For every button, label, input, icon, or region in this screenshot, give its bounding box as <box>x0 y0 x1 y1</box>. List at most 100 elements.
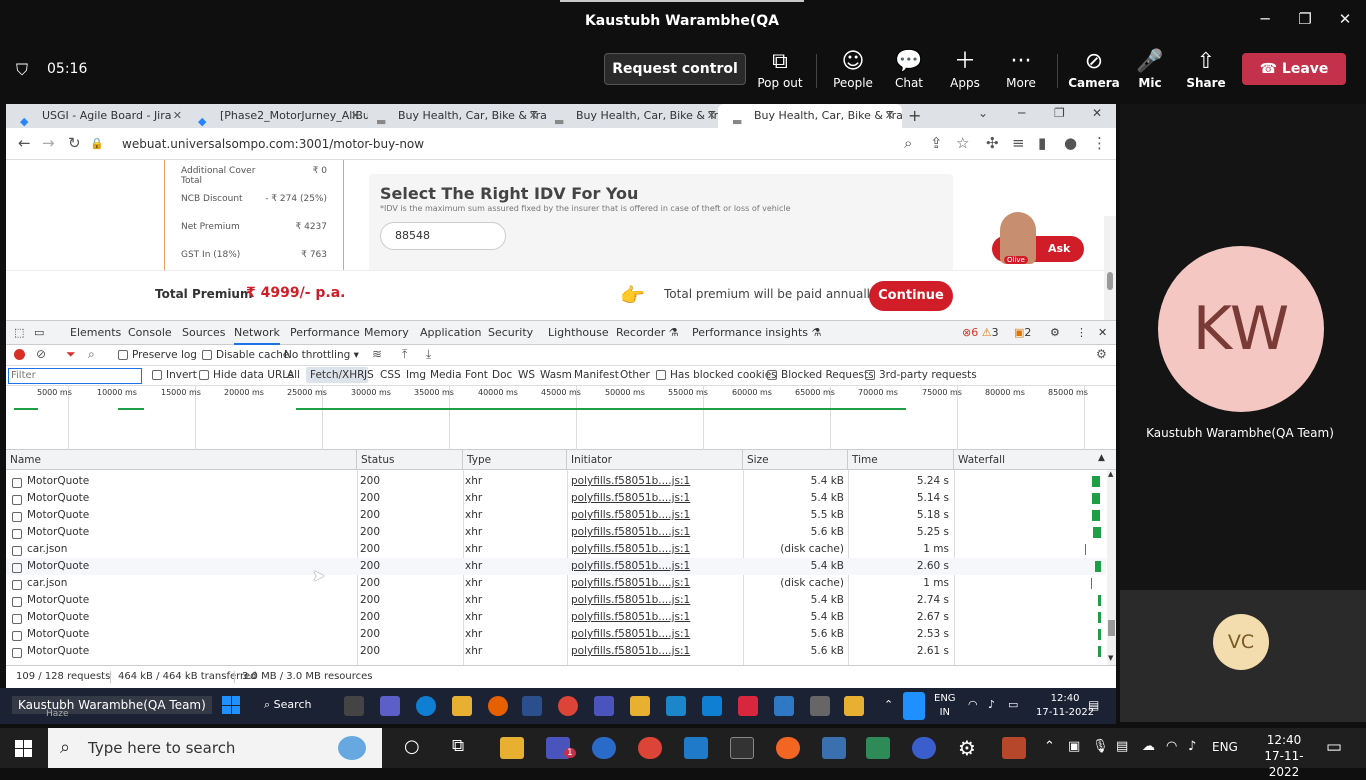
windows-start-icon[interactable] <box>222 696 240 714</box>
postman-icon[interactable] <box>776 737 800 759</box>
idv-input[interactable]: 88548 <box>380 222 506 250</box>
reload-icon[interactable]: ↻ <box>68 134 81 152</box>
zoom-icon[interactable]: ⌕ <box>904 134 912 152</box>
wifi-icon[interactable]: ◠ <box>968 698 978 711</box>
filter-fetch-xhr[interactable]: Fetch/XHR <box>306 367 369 383</box>
volume-icon[interactable]: ♪ <box>1188 739 1196 754</box>
teams-chat-icon[interactable] <box>380 696 400 716</box>
people-button[interactable]: ☺ People <box>825 48 881 90</box>
tab-lighthouse[interactable]: Lighthouse <box>548 321 609 345</box>
initiator-link[interactable]: polyfills.f58051b....js:1 <box>571 509 690 521</box>
table-row[interactable]: MotorQuote 200 xhr polyfills.f58051b....js:… <box>6 626 1106 643</box>
initiator-link[interactable]: polyfills.f58051b....js:1 <box>571 475 690 487</box>
filter-all[interactable]: All <box>287 369 300 381</box>
terminal-icon[interactable] <box>730 737 754 759</box>
extensions-icon[interactable]: ✣ <box>986 134 999 152</box>
cortana-icon[interactable]: ○ <box>404 736 420 757</box>
request-control-button[interactable]: Request control <box>604 53 746 85</box>
tab-memory[interactable]: Memory <box>364 321 409 345</box>
filter-wasm[interactable]: Wasm <box>540 369 572 381</box>
close-tab-icon[interactable]: ✕ <box>885 104 894 128</box>
continue-button[interactable]: Continue <box>869 281 953 311</box>
col-waterfall[interactable]: Waterfall <box>954 450 1106 470</box>
third-party-checkbox[interactable]: 3rd-party requests <box>865 369 977 381</box>
initiator-link[interactable]: polyfills.f58051b....js:1 <box>571 526 690 538</box>
tab-console[interactable]: Console <box>128 321 172 345</box>
tab-search-icon[interactable]: ⌄ <box>978 106 988 120</box>
browser-tab[interactable]: ◆ USGI - Agile Board - Jira ✕ <box>6 104 190 128</box>
mic-button[interactable]: 🎤 Mic <box>1122 48 1178 90</box>
tab-network[interactable]: Network <box>234 321 280 345</box>
table-row[interactable]: car.json 200 xhr polyfills.f58051b....js:1 (… <box>6 575 1106 592</box>
notepad-icon[interactable] <box>774 696 794 716</box>
initiator-link[interactable]: polyfills.f58051b....js:1 <box>571 628 690 640</box>
more-button[interactable]: ··· More <box>993 48 1049 90</box>
edge-icon[interactable] <box>416 696 436 716</box>
filter-other[interactable]: Other <box>620 369 650 381</box>
close-tab-icon[interactable]: ✕ <box>351 104 360 128</box>
search-icon[interactable]: ⌕ <box>88 347 95 362</box>
outlook-icon[interactable] <box>592 737 616 759</box>
app-icon[interactable] <box>844 696 864 716</box>
network-overview-timeline[interactable]: 5000 ms 10000 ms 15000 ms 20000 ms 25000… <box>6 386 1116 450</box>
scrollbar-thumb[interactable] <box>1108 620 1115 636</box>
notifications-icon[interactable]: ▭ <box>1326 737 1342 757</box>
filter-ws[interactable]: WS <box>518 369 535 381</box>
inspect-icon[interactable]: ⬚ <box>14 321 24 345</box>
pop-out-button[interactable]: ⧉ Pop out <box>752 48 808 90</box>
tab-recorder[interactable]: Recorder ⚗ <box>616 321 679 345</box>
tab-sources[interactable]: Sources <box>182 321 226 345</box>
col-status[interactable]: Status <box>357 450 463 470</box>
chrome-icon[interactable] <box>638 737 662 759</box>
scroll-down-icon[interactable]: ▼ <box>1108 654 1113 662</box>
app-icon[interactable] <box>912 737 936 759</box>
app-tray-icon[interactable]: ▤ <box>1116 739 1128 754</box>
close-icon[interactable]: ✕ <box>1092 106 1102 120</box>
table-row[interactable]: MotorQuote 200 xhr polyfills.f58051b....js:… <box>6 609 1106 626</box>
error-count-badge[interactable]: ⊗6 ⚠3 <box>962 321 999 345</box>
table-row[interactable]: MotorQuote 200 xhr polyfills.f58051b....js:… <box>6 558 1106 575</box>
taskbar-search-box[interactable]: ⌕ Type here to search <box>48 728 382 768</box>
browser-tab-active[interactable]: ▬ Buy Health, Car, Bike & Trave ✕ <box>718 104 902 128</box>
initiator-link[interactable]: polyfills.f58051b....js:1 <box>571 543 690 555</box>
camera-button[interactable]: ⊘ Camera <box>1066 48 1122 90</box>
throttling-select[interactable]: No throttling ▾ <box>284 349 359 361</box>
initiator-link[interactable]: polyfills.f58051b....js:1 <box>571 492 690 504</box>
col-type[interactable]: Type <box>463 450 567 470</box>
filter-input[interactable]: Filter <box>8 368 142 384</box>
new-tab-icon[interactable]: + <box>908 106 921 125</box>
settings-gear-icon[interactable]: ⚙ <box>958 736 976 760</box>
app-icon[interactable] <box>666 696 686 716</box>
col-initiator[interactable]: Initiator <box>567 450 743 470</box>
vscode-icon[interactable] <box>684 737 708 759</box>
initiator-link[interactable]: polyfills.f58051b....js:1 <box>571 611 690 623</box>
profile-icon[interactable]: ● <box>1064 134 1077 152</box>
app-icon[interactable] <box>810 696 830 716</box>
language-indicator[interactable]: ENG <box>1212 740 1238 754</box>
table-row[interactable]: MotorQuote 200 xhr polyfills.f58051b....js:… <box>6 473 1106 490</box>
firefox-icon[interactable] <box>488 696 508 716</box>
inner-language[interactable]: ENG IN <box>934 692 956 720</box>
import-har-icon[interactable]: ⤒ <box>402 347 407 362</box>
menu-icon[interactable]: ⋮ <box>1092 134 1107 152</box>
camera-icon[interactable]: ▣ <box>1068 739 1080 754</box>
inner-search-button[interactable]: ⌕ Search <box>264 698 311 712</box>
chevron-up-icon[interactable]: ⌃ <box>1044 739 1055 754</box>
close-devtools-icon[interactable]: ✕ <box>1098 321 1107 345</box>
export-har-icon[interactable]: ⤓ <box>426 347 431 362</box>
app-icon[interactable] <box>738 696 758 716</box>
tab-performance[interactable]: Performance <box>290 321 360 345</box>
notifications-icon[interactable]: ▤ <box>1088 698 1099 712</box>
table-row[interactable]: car.json 200 xhr polyfills.f58051b....js:1 (… <box>6 541 1106 558</box>
initiator-link[interactable]: polyfills.f58051b....js:1 <box>571 560 690 572</box>
filter-font[interactable]: Font <box>465 369 488 381</box>
filter-css[interactable]: CSS <box>380 369 401 381</box>
app-icon[interactable] <box>822 737 846 759</box>
blocked-requests-checkbox[interactable]: Blocked Requests <box>767 369 874 381</box>
initiator-link[interactable]: polyfills.f58051b....js:1 <box>571 594 690 606</box>
device-toolbar-icon[interactable]: ▭ <box>34 321 44 345</box>
volume-icon[interactable]: ♪ <box>988 698 995 711</box>
close-tab-icon[interactable]: ✕ <box>529 104 538 128</box>
bookmark-star-icon[interactable]: ☆ <box>956 134 969 152</box>
table-row[interactable]: MotorQuote 200 xhr polyfills.f58051b....js:… <box>6 643 1106 660</box>
